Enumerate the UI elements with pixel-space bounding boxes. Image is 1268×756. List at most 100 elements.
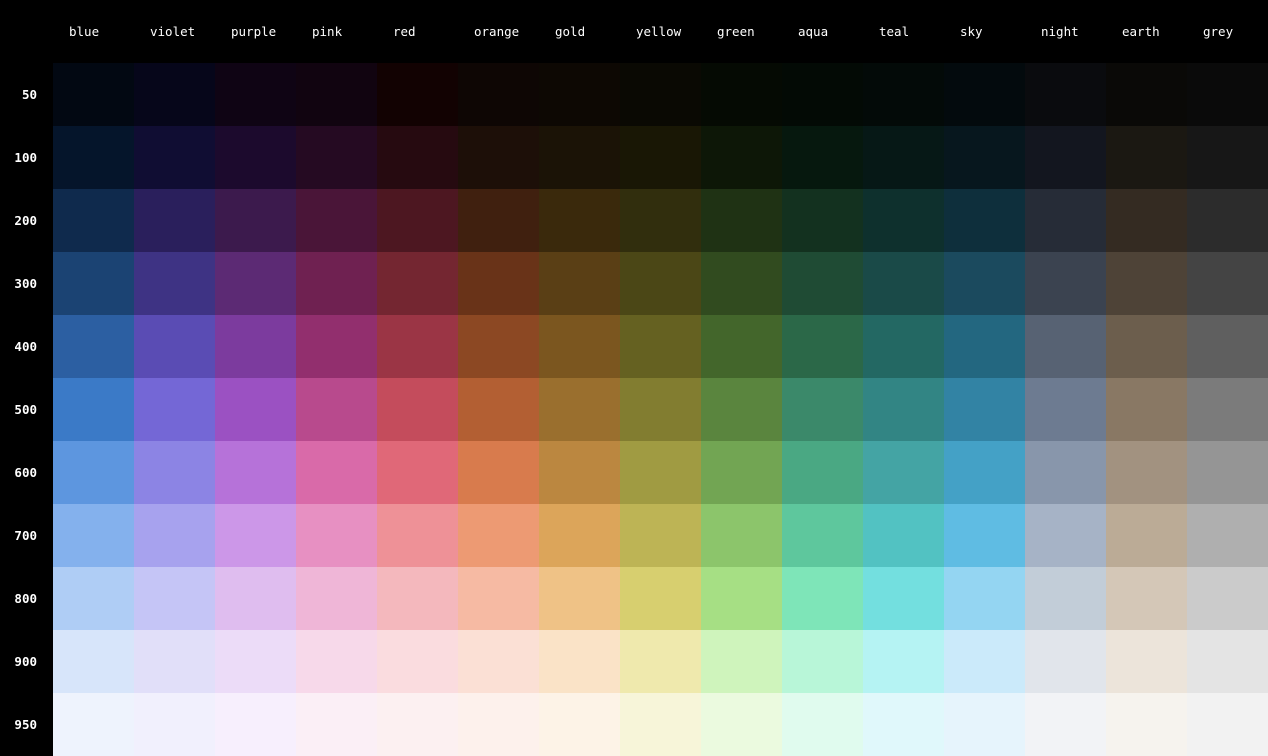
column-header-gold: gold [555, 24, 586, 39]
swatch-violet-50 [134, 63, 215, 126]
swatch-pink-500 [296, 378, 377, 441]
swatch-green-100 [701, 126, 782, 189]
row-label-50: 50 [21, 87, 37, 102]
swatch-grey-600 [1187, 441, 1268, 504]
swatch-violet-800 [134, 567, 215, 630]
column-header-row: blue violet purple pink red orange gold yellow g… [53, 0, 1268, 63]
swatch-blue-100 [53, 126, 134, 189]
swatch-aqua-800 [782, 567, 863, 630]
swatch-teal-50 [863, 63, 944, 126]
row-label-500: 500 [14, 402, 37, 417]
swatch-gold-600 [539, 441, 620, 504]
swatch-earth-700 [1106, 504, 1187, 567]
swatch-grey-100 [1187, 126, 1268, 189]
swatch-pink-300 [296, 252, 377, 315]
swatch-orange-50 [458, 63, 539, 126]
swatch-red-50 [377, 63, 458, 126]
swatch-earth-900 [1106, 630, 1187, 693]
swatch-red-950 [377, 693, 458, 756]
swatch-pink-700 [296, 504, 377, 567]
swatch-sky-800 [944, 567, 1025, 630]
swatch-night-900 [1025, 630, 1106, 693]
swatch-orange-400 [458, 315, 539, 378]
swatch-gold-700 [539, 504, 620, 567]
swatch-aqua-50 [782, 63, 863, 126]
swatch-sky-300 [944, 252, 1025, 315]
swatch-earth-800 [1106, 567, 1187, 630]
swatch-red-400 [377, 315, 458, 378]
swatch-violet-500 [134, 378, 215, 441]
swatch-earth-400 [1106, 315, 1187, 378]
swatch-sky-600 [944, 441, 1025, 504]
swatch-earth-200 [1106, 189, 1187, 252]
swatch-red-900 [377, 630, 458, 693]
swatch-green-500 [701, 378, 782, 441]
swatch-teal-400 [863, 315, 944, 378]
swatch-red-800 [377, 567, 458, 630]
swatch-gold-400 [539, 315, 620, 378]
swatch-aqua-500 [782, 378, 863, 441]
row-label-300: 300 [14, 276, 37, 291]
swatch-green-950 [701, 693, 782, 756]
swatch-green-50 [701, 63, 782, 126]
swatch-sky-900 [944, 630, 1025, 693]
row-label-100: 100 [14, 150, 37, 165]
column-header-red: red [393, 24, 416, 39]
swatch-aqua-200 [782, 189, 863, 252]
color-palette: blue violet purple pink red orange gold yellow g… [0, 0, 1268, 756]
swatch-grid [53, 63, 1268, 756]
swatch-orange-700 [458, 504, 539, 567]
swatch-blue-800 [53, 567, 134, 630]
swatch-purple-900 [215, 630, 296, 693]
swatch-blue-900 [53, 630, 134, 693]
swatch-yellow-400 [620, 315, 701, 378]
swatch-blue-50 [53, 63, 134, 126]
swatch-pink-950 [296, 693, 377, 756]
swatch-violet-600 [134, 441, 215, 504]
swatch-night-400 [1025, 315, 1106, 378]
swatch-night-500 [1025, 378, 1106, 441]
swatch-yellow-300 [620, 252, 701, 315]
swatch-pink-600 [296, 441, 377, 504]
swatch-yellow-100 [620, 126, 701, 189]
swatch-orange-800 [458, 567, 539, 630]
swatch-blue-200 [53, 189, 134, 252]
column-header-yellow: yellow [636, 24, 682, 39]
swatch-orange-600 [458, 441, 539, 504]
swatch-night-700 [1025, 504, 1106, 567]
swatch-gold-900 [539, 630, 620, 693]
column-header-grey: grey [1203, 24, 1234, 39]
swatch-night-800 [1025, 567, 1106, 630]
swatch-earth-600 [1106, 441, 1187, 504]
swatch-yellow-500 [620, 378, 701, 441]
swatch-night-950 [1025, 693, 1106, 756]
swatch-yellow-50 [620, 63, 701, 126]
swatch-green-800 [701, 567, 782, 630]
swatch-orange-100 [458, 126, 539, 189]
swatch-green-700 [701, 504, 782, 567]
swatch-red-500 [377, 378, 458, 441]
swatch-blue-950 [53, 693, 134, 756]
swatch-orange-500 [458, 378, 539, 441]
swatch-purple-950 [215, 693, 296, 756]
column-header-green: green [717, 24, 755, 39]
swatch-aqua-600 [782, 441, 863, 504]
swatch-pink-100 [296, 126, 377, 189]
swatch-gold-300 [539, 252, 620, 315]
swatch-violet-900 [134, 630, 215, 693]
swatch-grey-700 [1187, 504, 1268, 567]
swatch-blue-400 [53, 315, 134, 378]
swatch-green-200 [701, 189, 782, 252]
column-header-sky: sky [960, 24, 983, 39]
swatch-green-300 [701, 252, 782, 315]
swatch-orange-200 [458, 189, 539, 252]
swatch-gold-100 [539, 126, 620, 189]
swatch-grey-400 [1187, 315, 1268, 378]
swatch-green-400 [701, 315, 782, 378]
column-header-blue: blue [69, 24, 100, 39]
swatch-teal-100 [863, 126, 944, 189]
swatch-earth-300 [1106, 252, 1187, 315]
swatch-pink-400 [296, 315, 377, 378]
swatch-violet-200 [134, 189, 215, 252]
column-header-violet: violet [150, 24, 196, 39]
